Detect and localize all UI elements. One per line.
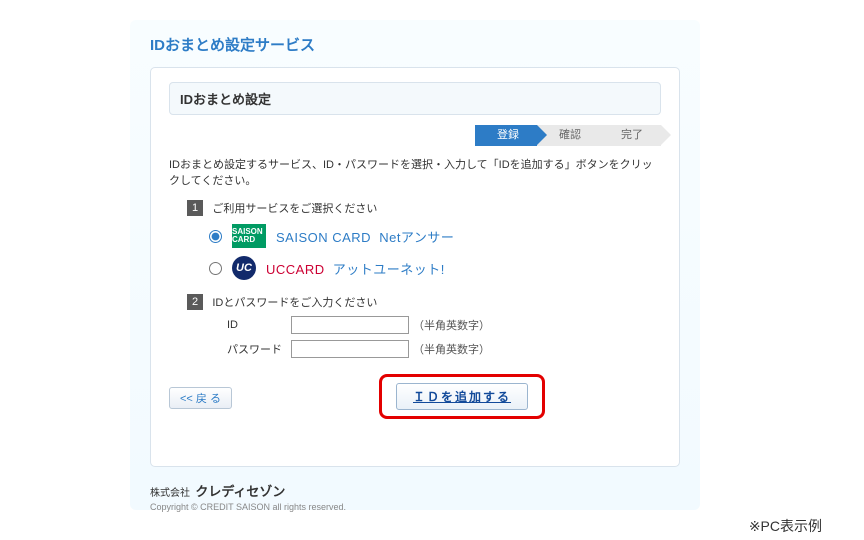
step-register: 登録 [475,125,537,146]
primary-highlight: ＩＤを追加する [379,374,545,419]
radio-uc[interactable] [209,262,222,275]
id-label: ID [227,319,291,331]
saison-sub: Netアンサー [379,230,454,245]
copyright: Copyright © CREDIT SAISON all rights res… [150,502,680,512]
password-input[interactable] [291,340,409,358]
uc-card-icon: UC [232,256,256,280]
credentials-group: 2 IDとパスワードをご入力ください ID （半角英数字） パスワード （半角英… [187,294,661,358]
service-title: IDおまとめ設定サービス [150,34,680,55]
service-select-group: 1 ご利用サービスをご選択ください SAISON CARD SAISON CAR… [187,200,661,280]
id-input[interactable] [291,316,409,334]
section-title: IDおまとめ設定 [169,82,661,115]
instruction-text: IDおまとめ設定するサービス、ID・パスワードを選択・入力して「IDを追加する」… [169,156,661,188]
step-number-2: 2 [187,294,203,310]
password-label: パスワード [227,341,291,357]
company-name: クレディセゾン [195,484,285,499]
saison-icon-text: SAISON CARD [232,228,266,244]
step-label-2: IDとパスワードをご入力ください [212,297,377,309]
saison-brand-label: SAISON CARD Netアンサー [276,227,454,246]
saison-brand: SAISON CARD [276,230,371,245]
password-hint: （半角英数字） [413,341,490,357]
uc-brand-label: UCCARD アットユーネット! [266,259,445,278]
add-id-button[interactable]: ＩＤを追加する [396,383,528,410]
option-uc[interactable]: UC UCCARD アットユーネット! [209,256,661,280]
back-button[interactable]: << 戻 る [169,387,232,409]
step-indicator: 登録 確認 完了 [169,125,661,146]
footer: 株式会社 クレディセゾン Copyright © CREDIT SAISON a… [150,481,680,512]
step-number-1: 1 [187,200,203,216]
main-panel: IDおまとめ設定サービス IDおまとめ設定 登録 確認 完了 IDおまとめ設定す… [130,20,700,510]
uc-brand: UCCARD [266,262,325,277]
content-box: IDおまとめ設定 登録 確認 完了 IDおまとめ設定するサービス、ID・パスワー… [150,67,680,467]
company-label: 株式会社 [150,488,190,499]
id-row: ID （半角英数字） [227,316,661,334]
display-caption: ※PC表示例 [749,516,822,536]
step-label-1: ご利用サービスをご選択ください [212,203,377,215]
option-saison[interactable]: SAISON CARD SAISON CARD Netアンサー [209,224,661,248]
password-row: パスワード （半角英数字） [227,340,661,358]
id-hint: （半角英数字） [413,317,490,333]
radio-saison[interactable] [209,230,222,243]
uc-sub: アットユーネット! [333,262,445,277]
saison-card-icon: SAISON CARD [232,224,266,248]
button-row: << 戻 る ＩＤを追加する [169,376,661,420]
